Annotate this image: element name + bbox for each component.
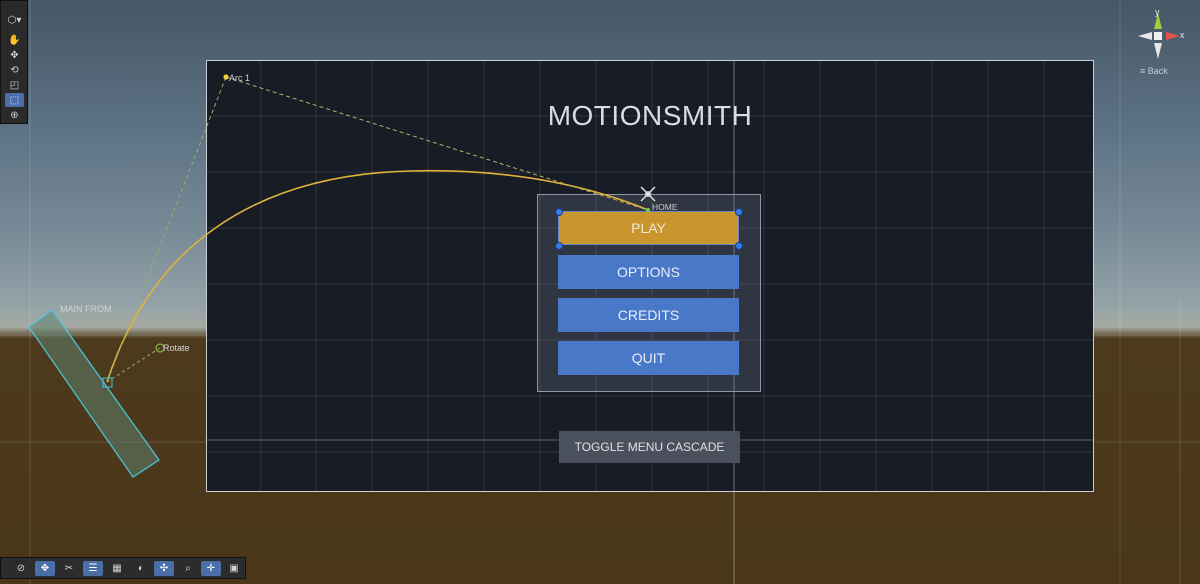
view-back-label[interactable]: ≡ Back bbox=[1140, 66, 1168, 76]
move-icon[interactable]: ✥ bbox=[35, 561, 55, 576]
play-button[interactable]: PLAY bbox=[558, 211, 739, 245]
main-from-label: MAIN FROM bbox=[60, 304, 112, 314]
page-title: MOTIONSMITH bbox=[547, 100, 753, 131]
grid-icon[interactable]: ▦ bbox=[107, 561, 127, 576]
rotate-tool-icon[interactable]: ⟲ bbox=[5, 63, 24, 77]
scale-tool-icon[interactable]: ◰ bbox=[5, 78, 24, 92]
orientation-gizmo[interactable] bbox=[1128, 5, 1198, 65]
tool-palette: ⬡▾ ✋ ✥ ⟲ ◰ ⬚ ⊕ bbox=[0, 0, 28, 124]
options-button[interactable]: OPTIONS bbox=[558, 255, 739, 289]
gizmo-x-label: x bbox=[1180, 30, 1185, 40]
view-dropdown-icon[interactable]: ⬡▾ bbox=[5, 13, 24, 27]
resize-handle-bottom-left[interactable] bbox=[555, 242, 563, 250]
scene-view[interactable]: MOTIONSMITH HOME PLAY OPTIONS CREDITS QU… bbox=[0, 0, 1200, 584]
credits-button[interactable]: CREDITS bbox=[558, 298, 739, 332]
menu-lines-icon: ≡ bbox=[1140, 66, 1146, 76]
arc-icon[interactable]: ◐ bbox=[131, 561, 151, 576]
display-icon[interactable]: ▣ bbox=[224, 561, 244, 576]
compass-icon[interactable]: ⊘ bbox=[11, 561, 31, 576]
pivot-icon[interactable]: ✣ bbox=[154, 561, 174, 576]
spline-icon[interactable]: ✂ bbox=[59, 561, 79, 576]
resize-handle-bottom-right[interactable] bbox=[735, 242, 743, 250]
tune-icon[interactable]: ☰ bbox=[83, 561, 103, 576]
quit-button[interactable]: QUIT bbox=[558, 341, 739, 375]
rect-tool-icon[interactable]: ⬚ bbox=[5, 93, 24, 107]
arc-label: Arc 1 bbox=[229, 73, 251, 83]
back-label-text: Back bbox=[1147, 66, 1168, 76]
resize-handle-top-right[interactable] bbox=[735, 208, 743, 216]
snap-icon[interactable]: ✛ bbox=[201, 561, 221, 576]
zoom-icon[interactable]: ⌕ bbox=[178, 561, 198, 576]
toggle-menu-cascade-button[interactable]: TOGGLE MENU CASCADE bbox=[559, 431, 740, 463]
x-axis-cone-icon[interactable] bbox=[1166, 32, 1180, 40]
gizmo-y-label: y bbox=[1155, 7, 1160, 17]
resize-handle-top-left[interactable] bbox=[555, 208, 563, 216]
bottom-toolbar: ⊘ ✥ ✂ ☰ ▦ ◐ ✣ ⌕ ✛ ▣ bbox=[0, 557, 246, 579]
move-tool-icon[interactable]: ✥ bbox=[5, 48, 24, 62]
transform-tool-icon[interactable]: ⊕ bbox=[5, 108, 24, 122]
rotate-label: Rotate bbox=[163, 343, 190, 353]
hand-tool-icon[interactable]: ✋ bbox=[5, 33, 24, 47]
